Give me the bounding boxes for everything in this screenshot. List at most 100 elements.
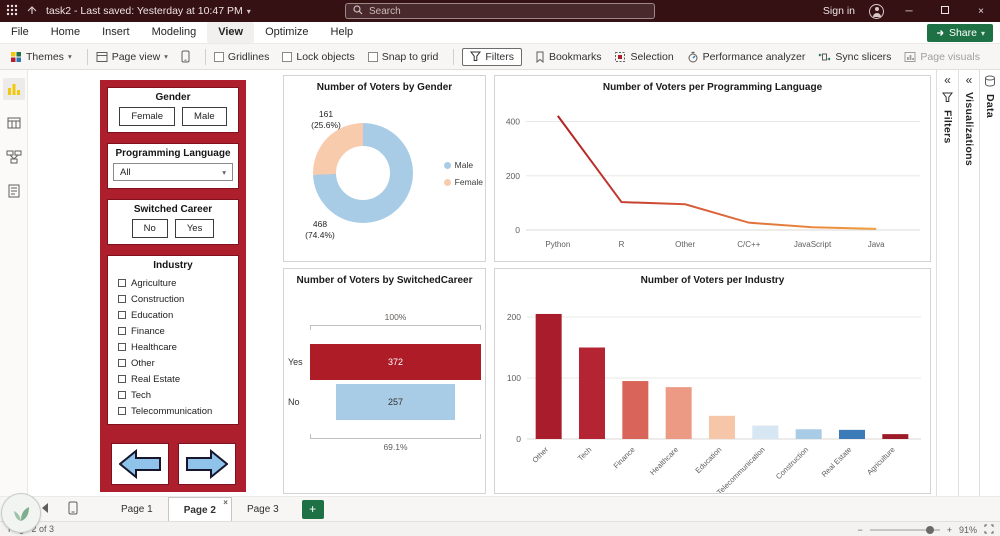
language-line-chart: 0 200 400 Python R Other C/C++ JavaScript Java [506,115,920,249]
gender-option-female[interactable]: Female [119,107,176,126]
bookmarks-button[interactable]: Bookmarks [535,51,601,63]
filters-toggle-button[interactable]: Filters [462,47,522,66]
menu-view[interactable]: View [207,22,255,43]
industry-option[interactable]: Tech [118,387,235,403]
share-button[interactable]: Share ▾ [926,24,993,42]
tab-page-2[interactable]: Page 2 × [167,496,232,522]
tab-page-1[interactable]: Page 1 [106,497,168,522]
svg-text:Tech: Tech [576,445,594,463]
svg-text:200: 200 [507,312,521,322]
funnel-bar[interactable]: 372 [310,344,481,380]
legend-item-female[interactable]: Female [443,177,483,187]
legend-swatch [443,161,451,169]
forward-arrow-button[interactable] [177,443,236,485]
visualizations-pane[interactable]: « Visualizations [958,70,979,496]
menu-file[interactable]: File [0,22,40,43]
account-icon[interactable] [869,3,884,19]
window-title[interactable]: task2 - Last saved: Yesterday at 10:47 P… [46,5,251,17]
performance-analyzer-button[interactable]: Performance analyzer [687,51,805,63]
svg-text:Real Estate: Real Estate [820,445,854,479]
industry-chart-card[interactable]: Number of Voters per Industry 0 100 200 Oth… [494,268,931,494]
bookmark-icon [536,51,544,63]
gender-slicer-title: Gender [155,92,191,103]
gender-chart-card[interactable]: Number of Voters by Gender 161 (25.6%) 4… [283,75,486,262]
menu-help[interactable]: Help [320,22,365,43]
donut-label-male: 468 (74.4%) [305,219,335,241]
title-caret-icon: ▾ [246,6,251,16]
zoom-slider[interactable] [869,525,940,534]
close-button[interactable]: × [970,6,992,17]
report-view-icon[interactable] [2,78,25,100]
zoom-slider-thumb[interactable] [925,525,934,534]
data-pane[interactable]: Data [979,70,1000,496]
close-tab-icon[interactable]: × [223,498,228,507]
page-nav-icon[interactable] [40,502,50,517]
switched-career-chart-card[interactable]: Number of Voters by SwitchedCareer 100% … [283,268,486,494]
svg-text:Python: Python [545,240,570,249]
industry-option[interactable]: Agriculture [118,275,235,291]
industry-option[interactable]: Education [118,307,235,323]
industry-option[interactable]: Telecommunication [118,403,235,419]
switched-option-no[interactable]: No [131,219,168,238]
menu-insert[interactable]: Insert [91,22,141,43]
mobile-layout-button[interactable] [181,50,190,63]
gridlines-checkbox[interactable]: Gridlines [213,51,269,63]
legend-item-male[interactable]: Male [443,160,483,170]
industry-option[interactable]: Healthcare [118,339,235,355]
table-view-icon[interactable] [3,112,25,134]
menu-optimize[interactable]: Optimize [254,22,319,43]
svg-text:100: 100 [507,373,521,383]
funnel-bar[interactable]: 257 [336,384,455,420]
screen-recorder-overlay-icon[interactable] [1,493,41,533]
checkbox-icon [118,391,126,399]
add-page-button[interactable]: + [301,499,324,519]
menu-home[interactable]: Home [40,22,91,43]
gender-option-male[interactable]: Male [182,107,227,126]
tab-page-3[interactable]: Page 3 [232,497,294,522]
svg-text:Other: Other [675,240,695,249]
zoom-in-button[interactable]: + [947,525,952,535]
data-pane-label: Data [984,94,996,118]
sign-in-link[interactable]: Sign in [823,5,855,17]
menu-modeling[interactable]: Modeling [141,22,208,43]
search-input[interactable]: Search [345,3,655,19]
fit-to-page-icon[interactable] [984,524,994,536]
gridlines-checkbox-box [213,51,224,62]
language-chart-card[interactable]: Number of Voters per Programming Languag… [494,75,931,262]
expand-pane-icon[interactable]: « [944,74,951,86]
industry-option[interactable]: Construction [118,291,235,307]
funnel-category-no: No [288,397,300,407]
themes-button[interactable]: Themes ▾ [10,51,72,63]
industry-option[interactable]: Finance [118,323,235,339]
selection-button[interactable]: Selection [614,51,674,63]
page-view-button[interactable]: Page view ▾ [96,51,168,63]
maximize-button[interactable] [934,5,956,17]
checkbox-icon [118,359,126,367]
mobile-view-icon[interactable] [68,501,78,518]
dax-query-view-icon[interactable] [3,180,25,202]
industry-option[interactable]: Real Estate [118,371,235,387]
expand-pane-icon[interactable]: « [966,74,973,86]
data-pane-icon [985,75,995,87]
industry-chart-title: Number of Voters per Industry [640,275,785,286]
switched-option-yes[interactable]: Yes [174,219,215,238]
language-slicer: Programming Language All ▾ [107,143,239,189]
filters-pane[interactable]: « Filters [936,70,958,496]
switched-career-title: Switched Career [133,204,213,215]
language-dropdown[interactable]: All ▾ [113,163,233,181]
zoom-out-button[interactable]: − [857,525,862,535]
back-arrow-icon [118,449,161,479]
snap-to-grid-checkbox[interactable]: Snap to grid [367,51,438,63]
titlebar: task2 - Last saved: Yesterday at 10:47 P… [0,0,1000,22]
sync-slicers-button[interactable]: Sync slicers [818,51,891,63]
lock-objects-checkbox[interactable]: Lock objects [282,51,355,63]
app-grid-icon[interactable] [6,4,18,19]
minimize-button[interactable]: ─ [898,6,920,17]
model-view-icon[interactable] [3,146,25,168]
back-arrow-button[interactable] [110,443,169,485]
industry-option[interactable]: Other [118,355,235,371]
switched-career-chart-title: Number of Voters by SwitchedCareer [296,275,473,286]
save-status-icon[interactable] [26,4,38,19]
funnel-icon [942,92,953,102]
page-tabbar: Page 1 Page 2 × Page 3 + [0,496,1000,522]
